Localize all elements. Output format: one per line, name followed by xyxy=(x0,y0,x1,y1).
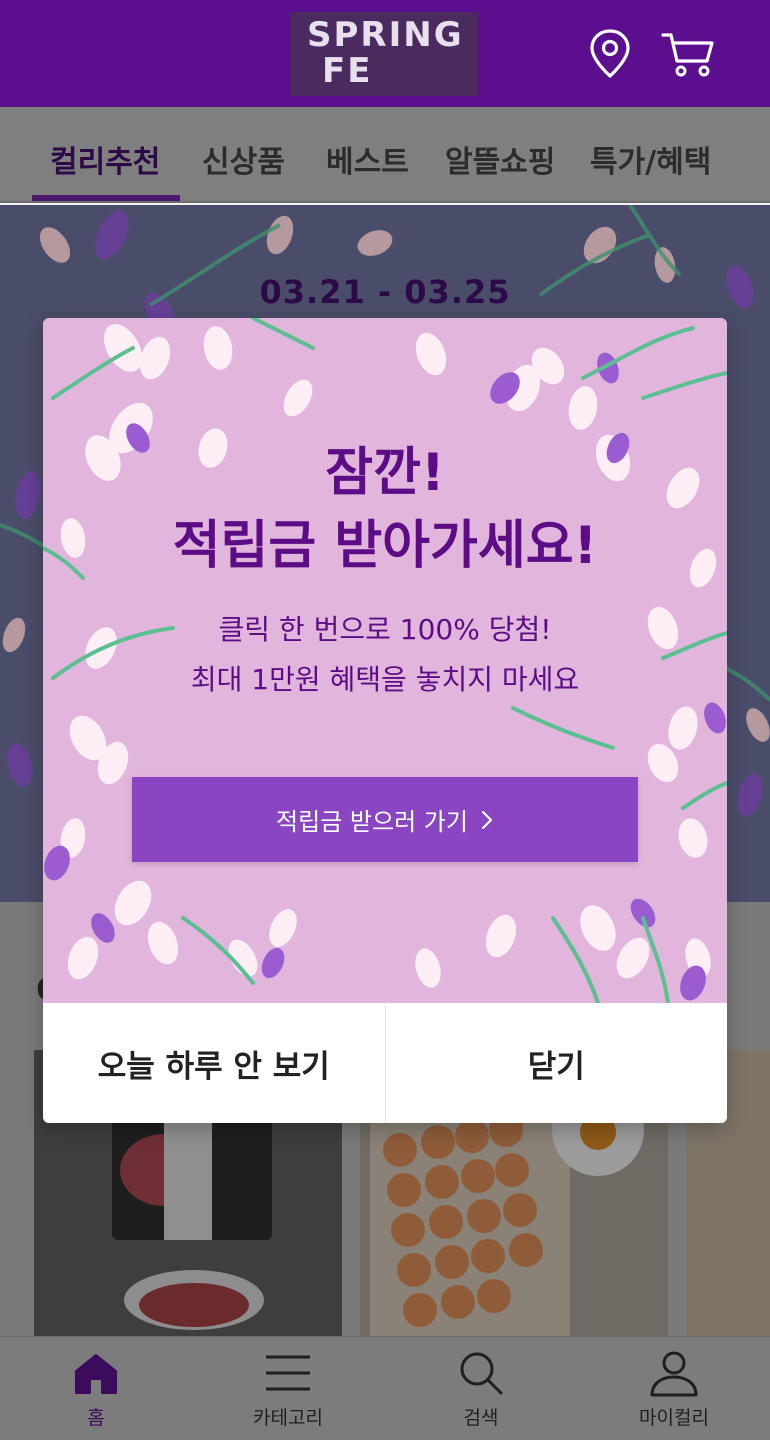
get-points-label: 적립금 받으러 가기 xyxy=(276,808,468,836)
nav-category-label: 카테고리 xyxy=(253,1407,323,1429)
popup-title-line1: 잠깐! xyxy=(325,443,445,503)
search-icon xyxy=(457,1347,505,1399)
home-icon xyxy=(72,1347,120,1399)
nav-home[interactable]: 홈 xyxy=(0,1337,192,1440)
nav-my-kurly-label: 마이컬리 xyxy=(639,1407,709,1429)
popup-title-line2: 적립금 받아가세요! xyxy=(172,516,598,576)
popup-subtitle-line1: 클릭 한 번으로 100% 당첨! xyxy=(218,613,552,646)
bottom-navigation: 홈 카테고리 검색 마이컬리 xyxy=(0,1336,770,1440)
location-pin-icon[interactable] xyxy=(588,28,632,84)
nav-search-label: 검색 xyxy=(463,1407,499,1429)
nav-category[interactable]: 카테고리 xyxy=(192,1337,384,1440)
tab-budget-shopping[interactable]: 알뜰쇼핑 xyxy=(445,137,555,181)
chevron-right-icon xyxy=(481,810,493,829)
category-tabs: 컬리추천 신상품 베스트 알뜰쇼핑 특가/혜택 xyxy=(0,107,770,203)
reward-popup: 잠깐! 적립금 받아가세요! 클릭 한 번으로 100% 당첨! 최대 1만원 … xyxy=(43,318,727,1123)
app-header: SPRING FE xyxy=(0,0,770,107)
tab-special-offers[interactable]: 특가/혜택 xyxy=(590,137,711,181)
cart-icon[interactable] xyxy=(660,30,716,82)
tab-new-products[interactable]: 신상품 xyxy=(202,137,285,181)
dont-show-today-button[interactable]: 오늘 하루 안 보기 xyxy=(43,1003,385,1123)
popup-subtitle-line2: 최대 1만원 혜택을 놓치지 마세요 xyxy=(190,663,580,696)
logo-line1: SPRING xyxy=(307,15,464,55)
nav-my-kurly[interactable]: 마이컬리 xyxy=(578,1337,770,1440)
close-button[interactable]: 닫기 xyxy=(386,1003,728,1123)
nav-home-label: 홈 xyxy=(87,1407,105,1429)
tab-kurly-recommend[interactable]: 컬리추천 xyxy=(50,137,160,181)
nav-search[interactable]: 검색 xyxy=(385,1337,577,1440)
menu-icon xyxy=(264,1347,312,1399)
popup-actions: 오늘 하루 안 보기 닫기 xyxy=(43,1003,727,1123)
tab-best[interactable]: 베스트 xyxy=(326,137,409,181)
banner-date-range: 03.21 - 03.25 xyxy=(259,273,511,311)
active-tab-indicator xyxy=(32,195,180,201)
get-points-button[interactable]: 적립금 받으러 가기 xyxy=(132,777,638,862)
spring-festival-logo[interactable]: SPRING FE xyxy=(290,12,478,96)
logo-line2: FE xyxy=(322,51,373,91)
user-icon xyxy=(650,1347,698,1399)
